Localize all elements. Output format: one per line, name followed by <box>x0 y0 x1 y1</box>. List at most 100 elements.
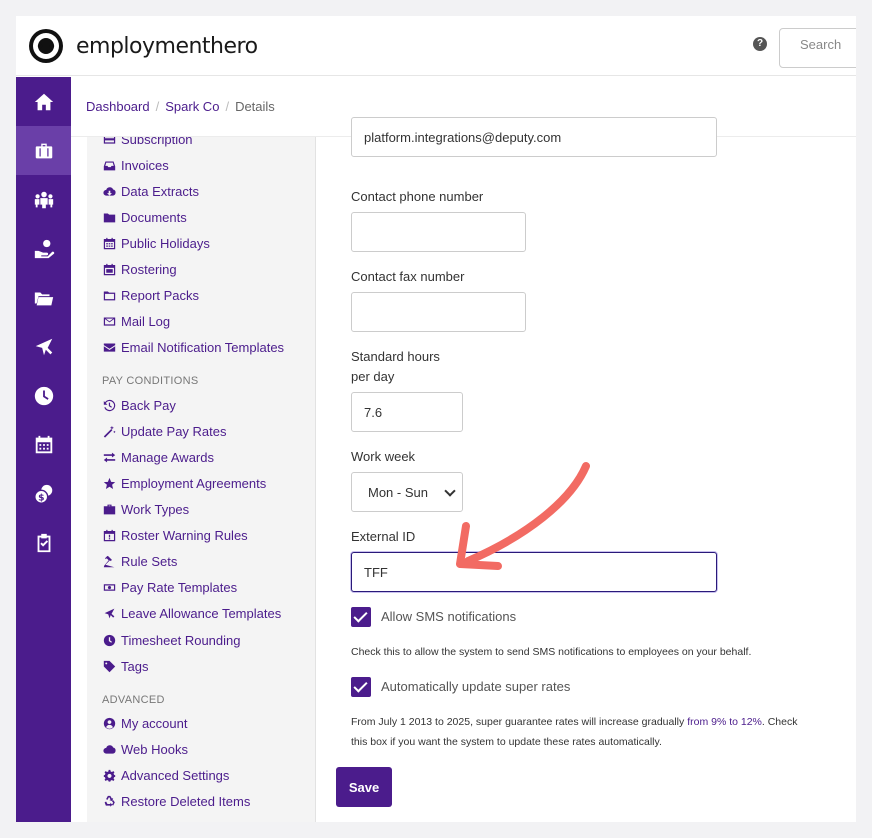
sms-help-text: Check this to allow the system to send S… <box>351 646 752 658</box>
help-icon[interactable]: ? <box>753 37 767 51</box>
hours-label-line2: per day <box>351 369 395 384</box>
inbox-icon <box>102 159 116 173</box>
menu-item-timesheet-rounding[interactable]: Timesheet Rounding <box>102 633 240 648</box>
menu-item-label: Leave Allowance Templates <box>121 606 282 621</box>
super-rates-link[interactable]: from 9% to 12% <box>687 716 762 728</box>
menu-item-mail-log[interactable]: Mail Log <box>102 314 170 329</box>
calendar-grid-icon <box>102 263 116 277</box>
breadcrumb-current: Details <box>235 99 275 114</box>
nav-expenses[interactable]: $ <box>16 469 71 518</box>
details-form: platform.integrations@deputy.com Contact… <box>316 117 856 822</box>
fax-field[interactable] <box>351 292 526 332</box>
menu-item-label: Manage Awards <box>121 450 214 465</box>
nav-home[interactable] <box>16 77 71 126</box>
people-icon <box>34 191 53 208</box>
nav-documents[interactable] <box>16 273 71 322</box>
nav-timesheets[interactable] <box>16 371 71 420</box>
menu-item-label: Invoices <box>121 158 169 173</box>
clock-icon <box>102 634 116 648</box>
menu-item-documents[interactable]: Documents <box>102 210 187 225</box>
menu-item-work-types[interactable]: Work Types <box>102 502 189 517</box>
menu-item-web-hooks[interactable]: Web Hooks <box>102 742 188 757</box>
menu-item-public-holidays[interactable]: Public Holidays <box>102 236 210 251</box>
super-help-part1: From July 1 2013 to 2025, super guarante… <box>351 716 688 728</box>
nav-tasks[interactable] <box>16 518 71 567</box>
menu-item-update-pay-rates[interactable]: Update Pay Rates <box>102 424 227 439</box>
hours-label: Standard hours <box>351 349 440 364</box>
menu-item-label: Rule Sets <box>121 554 178 569</box>
menu-item-email-templates[interactable]: Email Notification Templates <box>102 340 284 355</box>
menu-item-label: Documents <box>121 210 187 225</box>
nav-leave[interactable] <box>16 322 71 371</box>
work-week-value: Mon - Sun <box>368 484 428 500</box>
nav-people[interactable] <box>16 175 71 224</box>
folder-outline-icon <box>102 289 116 303</box>
folders-icon <box>34 292 53 305</box>
recycle-icon <box>102 795 116 809</box>
history-icon <box>102 399 116 413</box>
top-header: employmenthero ? Search <box>16 16 856 76</box>
standard-hours-field[interactable]: 7.6 <box>351 392 463 432</box>
nav-rostering[interactable] <box>16 420 71 469</box>
menu-item-my-account[interactable]: My account <box>102 716 187 731</box>
super-help-part2: . Check <box>761 716 798 728</box>
nav-business[interactable] <box>16 126 71 175</box>
calendar-warning-icon <box>102 529 116 543</box>
email-field[interactable]: platform.integrations@deputy.com <box>351 117 717 157</box>
clipboard-icon <box>37 533 50 552</box>
menu-item-back-pay[interactable]: Back Pay <box>102 398 176 413</box>
sms-checkbox[interactable] <box>351 607 371 627</box>
nav-payroll[interactable] <box>16 224 71 273</box>
search-input[interactable]: Search <box>779 28 856 68</box>
menu-item-label: Back Pay <box>121 398 176 413</box>
menu-item-label: My account <box>121 716 188 731</box>
menu-item-rostering[interactable]: Rostering <box>102 262 177 277</box>
menu-item-employment-agreements[interactable]: Employment Agreements <box>102 476 266 491</box>
calendar-icon <box>35 435 52 453</box>
save-button[interactable]: Save <box>336 767 392 807</box>
brand-name: employmenthero <box>76 33 258 59</box>
external-id-field[interactable]: TFF <box>351 552 717 592</box>
menu-item-label: Tags <box>121 659 149 674</box>
cloud-download-icon <box>102 185 116 199</box>
menu-item-rule-sets[interactable]: Rule Sets <box>102 554 177 569</box>
menu-item-restore-deleted[interactable]: Restore Deleted Items <box>102 794 250 809</box>
svg-text:$: $ <box>38 492 44 503</box>
menu-item-data-extracts[interactable]: Data Extracts <box>102 184 199 199</box>
fax-label: Contact fax number <box>351 269 465 284</box>
phone-field[interactable] <box>351 212 526 252</box>
work-week-label: Work week <box>351 449 416 464</box>
menu-heading-pay-conditions: PAY CONDITIONS <box>102 375 199 387</box>
external-id-label: External ID <box>351 529 416 544</box>
app-window: employmenthero ? Search $ Dashboard / Sp… <box>16 16 856 822</box>
super-help-text: From July 1 2013 to 2025, super guarante… <box>351 712 851 752</box>
menu-item-leave-allowance-templates[interactable]: Leave Allowance Templates <box>102 606 281 621</box>
exchange-icon <box>102 451 116 465</box>
menu-item-invoices[interactable]: Invoices <box>102 158 169 173</box>
coins-icon: $ <box>33 484 52 504</box>
menu-item-label: Data Extracts <box>121 184 200 199</box>
card-icon <box>102 137 116 147</box>
menu-item-tags[interactable]: Tags <box>102 659 148 674</box>
tag-icon <box>102 660 116 674</box>
menu-item-subscription[interactable]: Subscription <box>102 137 193 147</box>
breadcrumb-business[interactable]: Spark Co <box>165 99 219 114</box>
plane-icon <box>35 338 52 355</box>
menu-item-label: Pay Rate Templates <box>121 580 238 595</box>
envelope-outline-icon <box>102 315 116 329</box>
menu-item-label: Report Packs <box>121 288 200 303</box>
menu-item-label: Update Pay Rates <box>121 424 227 439</box>
brand-logo[interactable]: employmenthero <box>28 28 258 64</box>
menu-item-advanced-settings[interactable]: Advanced Settings <box>102 768 229 783</box>
work-week-select[interactable]: Mon - Sun <box>351 472 463 512</box>
plane-icon <box>102 607 116 621</box>
menu-item-roster-warning-rules[interactable]: Roster Warning Rules <box>102 528 248 543</box>
menu-item-report-packs[interactable]: Report Packs <box>102 288 199 303</box>
menu-item-pay-rate-templates[interactable]: Pay Rate Templates <box>102 580 237 595</box>
breadcrumb-dashboard[interactable]: Dashboard <box>86 99 150 114</box>
hand-money-icon <box>34 239 54 258</box>
super-checkbox[interactable] <box>351 677 371 697</box>
menu-item-manage-awards[interactable]: Manage Awards <box>102 450 214 465</box>
menu-item-label: Roster Warning Rules <box>121 528 248 543</box>
envelope-icon <box>102 341 116 355</box>
